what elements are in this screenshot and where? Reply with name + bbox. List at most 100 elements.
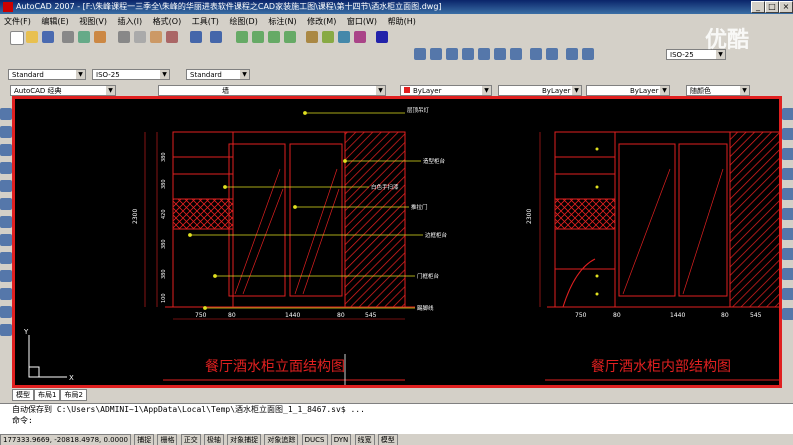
lineweight-combo[interactable]: ByLayer ▼ bbox=[586, 85, 670, 96]
extend-tool-icon[interactable] bbox=[782, 288, 793, 300]
dim-baseline-icon[interactable] bbox=[530, 48, 542, 60]
copy-icon[interactable] bbox=[134, 31, 146, 43]
spline-tool-icon[interactable] bbox=[0, 216, 12, 228]
help-icon[interactable] bbox=[376, 31, 388, 43]
rectangle-tool-icon[interactable] bbox=[0, 162, 12, 174]
polyline-tool-icon[interactable] bbox=[0, 126, 12, 138]
annotation-sliding-door: 推拉门 bbox=[411, 203, 428, 211]
polygon-tool-icon[interactable] bbox=[0, 144, 12, 156]
explode-tool-icon[interactable] bbox=[782, 308, 793, 320]
menu-dimension[interactable]: 标注(N) bbox=[264, 15, 300, 28]
match-properties-icon[interactable] bbox=[166, 31, 178, 43]
tab-model[interactable]: 模型 bbox=[12, 389, 34, 401]
erase-tool-icon[interactable] bbox=[782, 108, 793, 120]
publish-icon[interactable] bbox=[94, 31, 106, 43]
maximize-button[interactable]: □ bbox=[765, 1, 779, 13]
trim-tool-icon[interactable] bbox=[782, 268, 793, 280]
copy-tool-icon[interactable] bbox=[782, 128, 793, 140]
tolerance-icon[interactable] bbox=[582, 48, 594, 60]
dim-radius-icon[interactable] bbox=[478, 48, 490, 60]
dim-ordinate-icon[interactable] bbox=[462, 48, 474, 60]
snap-toggle[interactable]: 捕捉 bbox=[134, 434, 155, 445]
zoom-previous-icon[interactable] bbox=[284, 31, 296, 43]
menu-view[interactable]: 视图(V) bbox=[75, 15, 111, 28]
tool-palettes-icon[interactable] bbox=[338, 31, 350, 43]
left-elevation: 2300 380 380 420 380 380 100 750 80 1440… bbox=[132, 106, 448, 381]
print-icon[interactable] bbox=[62, 31, 74, 43]
dim-style-combo[interactable]: ISO-25 ▼ bbox=[92, 69, 170, 80]
tab-layout2[interactable]: 布局2 bbox=[60, 389, 87, 401]
otrack-toggle[interactable]: 对象追踪 bbox=[264, 434, 299, 445]
line-tool-icon[interactable] bbox=[0, 108, 12, 120]
move-tool-icon[interactable] bbox=[782, 208, 793, 220]
scale-tool-icon[interactable] bbox=[782, 248, 793, 260]
zoom-window-icon[interactable] bbox=[268, 31, 280, 43]
open-icon[interactable] bbox=[26, 31, 38, 43]
grid-toggle[interactable]: 栅格 bbox=[157, 434, 178, 445]
dim-aligned-icon[interactable] bbox=[430, 48, 442, 60]
dim-continue-icon[interactable] bbox=[546, 48, 558, 60]
right-bottom-dim-1: 750 bbox=[575, 312, 587, 319]
paste-icon[interactable] bbox=[150, 31, 162, 43]
qleader-icon[interactable] bbox=[566, 48, 578, 60]
command-prompt[interactable]: 命令: bbox=[0, 415, 793, 426]
lineweight-toggle[interactable]: 线宽 bbox=[354, 434, 375, 445]
circle-tool-icon[interactable] bbox=[0, 198, 12, 210]
arc-tool-icon[interactable] bbox=[0, 180, 12, 192]
command-window[interactable]: 自动保存到 C:\Users\ADMINI~1\AppData\Local\Te… bbox=[0, 403, 793, 434]
zoom-realtime-icon[interactable] bbox=[252, 31, 264, 43]
linetype-combo[interactable]: ByLayer ▼ bbox=[498, 85, 582, 96]
layer-combo[interactable]: 墙 ▼ bbox=[158, 85, 386, 96]
model-toggle[interactable]: 模型 bbox=[377, 434, 398, 445]
pan-icon[interactable] bbox=[236, 31, 248, 43]
rotate-tool-icon[interactable] bbox=[782, 228, 793, 240]
offset-tool-icon[interactable] bbox=[782, 168, 793, 180]
color-combo[interactable]: ByLayer ▼ bbox=[400, 85, 492, 96]
menu-file[interactable]: 文件(F) bbox=[0, 15, 35, 28]
mirror-tool-icon[interactable] bbox=[782, 148, 793, 160]
minimize-button[interactable]: _ bbox=[751, 1, 765, 13]
tab-layout1[interactable]: 布局1 bbox=[34, 389, 61, 401]
preview-icon[interactable] bbox=[78, 31, 90, 43]
app-logo-icon bbox=[3, 2, 13, 12]
hatch-tool-icon[interactable] bbox=[0, 270, 12, 282]
redo-icon[interactable] bbox=[210, 31, 222, 43]
text-style-combo[interactable]: Standard ▼ bbox=[8, 69, 86, 80]
workspace-combo[interactable]: AutoCAD 经典 ▼ bbox=[10, 85, 116, 96]
dim-arc-icon[interactable] bbox=[446, 48, 458, 60]
array-tool-icon[interactable] bbox=[782, 188, 793, 200]
menu-tools[interactable]: 工具(T) bbox=[188, 15, 223, 28]
mtext-tool-icon[interactable] bbox=[0, 324, 12, 336]
save-icon[interactable] bbox=[42, 31, 54, 43]
menu-window[interactable]: 窗口(W) bbox=[343, 15, 381, 28]
plotstyle-combo[interactable]: 随颜色 ▼ bbox=[686, 85, 750, 96]
menu-modify[interactable]: 修改(M) bbox=[303, 15, 340, 28]
undo-icon[interactable] bbox=[190, 31, 202, 43]
dim-linear-icon[interactable] bbox=[414, 48, 426, 60]
ducs-toggle[interactable]: DUCS bbox=[301, 434, 328, 445]
ortho-toggle[interactable]: 正交 bbox=[180, 434, 201, 445]
drawing-canvas[interactable]: 2300 380 380 420 380 380 100 750 80 1440… bbox=[12, 96, 793, 388]
table-tool-icon[interactable] bbox=[0, 306, 12, 318]
insert-block-icon[interactable] bbox=[0, 252, 12, 264]
dim-diameter-icon[interactable] bbox=[494, 48, 506, 60]
table-style-combo[interactable]: Standard ▼ bbox=[186, 69, 250, 80]
dim-angular-icon[interactable] bbox=[510, 48, 522, 60]
ellipse-tool-icon[interactable] bbox=[0, 234, 12, 246]
menu-help[interactable]: 帮助(H) bbox=[384, 15, 420, 28]
dyn-toggle[interactable]: DYN bbox=[330, 434, 352, 445]
close-button[interactable]: × bbox=[779, 1, 793, 13]
menu-draw[interactable]: 绘图(D) bbox=[225, 15, 261, 28]
polar-toggle[interactable]: 极轴 bbox=[203, 434, 224, 445]
menu-edit[interactable]: 编辑(E) bbox=[37, 15, 72, 28]
cut-icon[interactable] bbox=[118, 31, 130, 43]
right-bottom-dim-4: 80 bbox=[721, 312, 729, 319]
osnap-toggle[interactable]: 对象捕捉 bbox=[227, 434, 262, 445]
region-tool-icon[interactable] bbox=[0, 288, 12, 300]
sheet-set-icon[interactable] bbox=[354, 31, 366, 43]
design-center-icon[interactable] bbox=[322, 31, 334, 43]
menu-format[interactable]: 格式(O) bbox=[149, 15, 186, 28]
menu-insert[interactable]: 插入(I) bbox=[114, 15, 147, 28]
properties-icon[interactable] bbox=[306, 31, 318, 43]
new-icon[interactable] bbox=[10, 31, 24, 45]
